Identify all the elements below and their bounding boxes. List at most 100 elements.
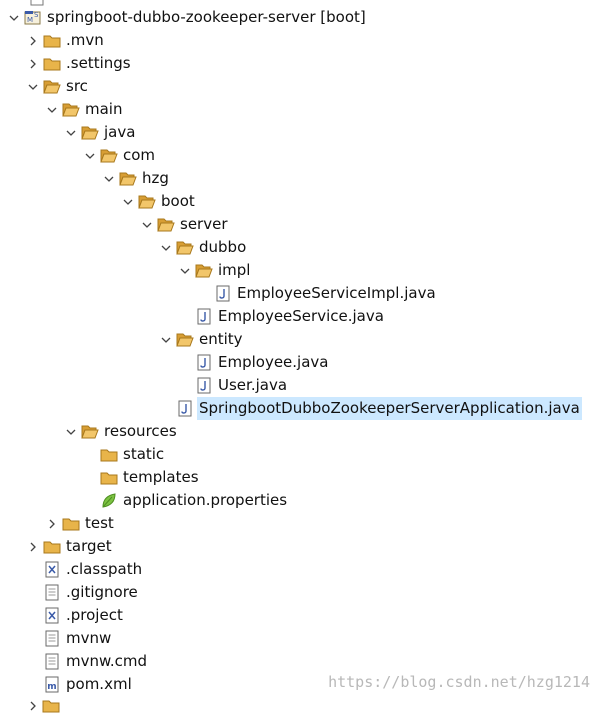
tree-item-label[interactable]: entity	[197, 328, 245, 351]
tree-item-label[interactable]: EmployeeServiceImpl.java	[235, 282, 438, 305]
tree-row[interactable]: .mvn	[0, 29, 602, 52]
tree-item-label[interactable]: .settings	[64, 52, 133, 75]
tree-item-label[interactable]: mvnw	[64, 627, 113, 650]
tree-row[interactable]: resources	[0, 420, 602, 443]
chevron-down-icon[interactable]	[63, 420, 79, 443]
java-file-icon	[195, 377, 213, 394]
tree-row[interactable]: entity	[0, 328, 602, 351]
tree-row[interactable]: User.java	[0, 374, 602, 397]
tree-item-label[interactable]: java	[102, 121, 137, 144]
tree-item-label[interactable]: mvnw.cmd	[64, 650, 149, 673]
folder-open-icon	[176, 331, 194, 348]
tree-row[interactable]: mvnw	[0, 627, 602, 650]
chevron-right-icon[interactable]	[25, 29, 41, 52]
tree-row[interactable]: server	[0, 213, 602, 236]
tree-row[interactable]: templates	[0, 466, 602, 489]
svg-text:S: S	[34, 11, 39, 19]
tree-item-label[interactable]: boot	[159, 190, 197, 213]
cut-off-row-bottom	[0, 694, 602, 717]
tree-row[interactable]: dubbo	[0, 236, 602, 259]
chevron-down-icon[interactable]	[6, 6, 22, 29]
tree-row[interactable]: hzg	[0, 167, 602, 190]
folder-open-icon	[62, 101, 80, 118]
tree-row[interactable]: .project	[0, 604, 602, 627]
tree-row[interactable]: main	[0, 98, 602, 121]
java-file-icon	[214, 285, 232, 302]
tree-item-label[interactable]: .classpath	[64, 558, 144, 581]
project-name-label[interactable]: springboot-dubbo-zookeeper-server [boot]	[45, 6, 368, 29]
tree-row[interactable]: com	[0, 144, 602, 167]
chevron-right-icon[interactable]	[25, 535, 41, 558]
tree-row[interactable]: java	[0, 121, 602, 144]
tree-row[interactable]: .classpath	[0, 558, 602, 581]
tree-row[interactable]: boot	[0, 190, 602, 213]
tree-row[interactable]: src	[0, 75, 602, 98]
svg-text:m: m	[47, 682, 56, 692]
xml-file-icon	[43, 561, 61, 578]
folder-open-icon	[157, 216, 175, 233]
project-name: springboot-dubbo-zookeeper-server	[47, 8, 316, 26]
tree-item-label[interactable]: User.java	[216, 374, 289, 397]
folder-open-icon	[43, 78, 61, 95]
tree-item-label[interactable]: impl	[216, 259, 252, 282]
tree-row-project[interactable]: M S springboot-dubbo-zookeeper-server [b…	[0, 6, 602, 29]
chevron-down-icon[interactable]	[158, 236, 174, 259]
xml-file-icon	[43, 607, 61, 624]
tree-row[interactable]: EmployeeService.java	[0, 305, 602, 328]
folder-icon	[43, 32, 61, 49]
java-file-icon	[195, 308, 213, 325]
tree-row[interactable]: .settings	[0, 52, 602, 75]
folder-open-icon	[100, 147, 118, 164]
chevron-down-icon[interactable]	[25, 75, 41, 98]
tree-item-label[interactable]: hzg	[140, 167, 171, 190]
text-file-icon	[43, 584, 61, 601]
tree-item-label[interactable]: static	[121, 443, 166, 466]
text-file-icon	[43, 630, 61, 647]
tree-row[interactable]: test	[0, 512, 602, 535]
tree-item-label[interactable]: templates	[121, 466, 201, 489]
folder-open-icon	[81, 124, 99, 141]
tree-item-label[interactable]: pom.xml	[64, 673, 134, 696]
chevron-right-icon[interactable]	[44, 512, 60, 535]
tree-item-label[interactable]: application.properties	[121, 489, 289, 512]
tree-row[interactable]: EmployeeServiceImpl.java	[0, 282, 602, 305]
chevron-down-icon[interactable]	[44, 98, 60, 121]
chevron-down-icon[interactable]	[139, 213, 155, 236]
tree-row[interactable]: impl	[0, 259, 602, 282]
folder-icon	[43, 538, 61, 555]
tree-item-label[interactable]: EmployeeService.java	[216, 305, 386, 328]
tree-row[interactable]: Employee.java	[0, 351, 602, 374]
tree-item-label[interactable]: .project	[64, 604, 125, 627]
tree-item-label[interactable]: com	[121, 144, 157, 167]
tree-item-label[interactable]: server	[178, 213, 229, 236]
tree-row[interactable]: application.properties	[0, 489, 602, 512]
svg-text:M: M	[27, 16, 33, 24]
tree-row[interactable]: static	[0, 443, 602, 466]
tree-item-label[interactable]: target	[64, 535, 114, 558]
tree-item-label[interactable]: main	[83, 98, 124, 121]
folder-icon	[43, 55, 61, 72]
folder-icon	[42, 697, 60, 714]
tree-row[interactable]: .gitignore	[0, 581, 602, 604]
chevron-down-icon[interactable]	[177, 259, 193, 282]
tree-row[interactable]: SpringbootDubboZookeeperServerApplicatio…	[0, 397, 602, 420]
tree-item-label[interactable]: resources	[102, 420, 179, 443]
chevron-right-icon[interactable]	[25, 52, 41, 75]
tree-row[interactable]: target	[0, 535, 602, 558]
chevron-down-icon[interactable]	[120, 190, 136, 213]
tree-item-label[interactable]: .mvn	[64, 29, 106, 52]
text-file-icon	[43, 653, 61, 670]
tree-item-label[interactable]: SpringbootDubboZookeeperServerApplicatio…	[197, 397, 582, 420]
chevron-down-icon[interactable]	[82, 144, 98, 167]
tree-item-label[interactable]: .gitignore	[64, 581, 140, 604]
maven-file-icon: m	[43, 676, 61, 693]
chevron-down-icon[interactable]	[158, 328, 174, 351]
tree-item-label[interactable]: test	[83, 512, 116, 535]
tree-item-label[interactable]: dubbo	[197, 236, 248, 259]
tree-row[interactable]: mvnw.cmd	[0, 650, 602, 673]
tree-item-label[interactable]: Employee.java	[216, 351, 331, 374]
chevron-down-icon[interactable]	[63, 121, 79, 144]
maven-project-icon: M S	[24, 9, 42, 26]
tree-item-label[interactable]: src	[64, 75, 90, 98]
chevron-down-icon[interactable]	[101, 167, 117, 190]
